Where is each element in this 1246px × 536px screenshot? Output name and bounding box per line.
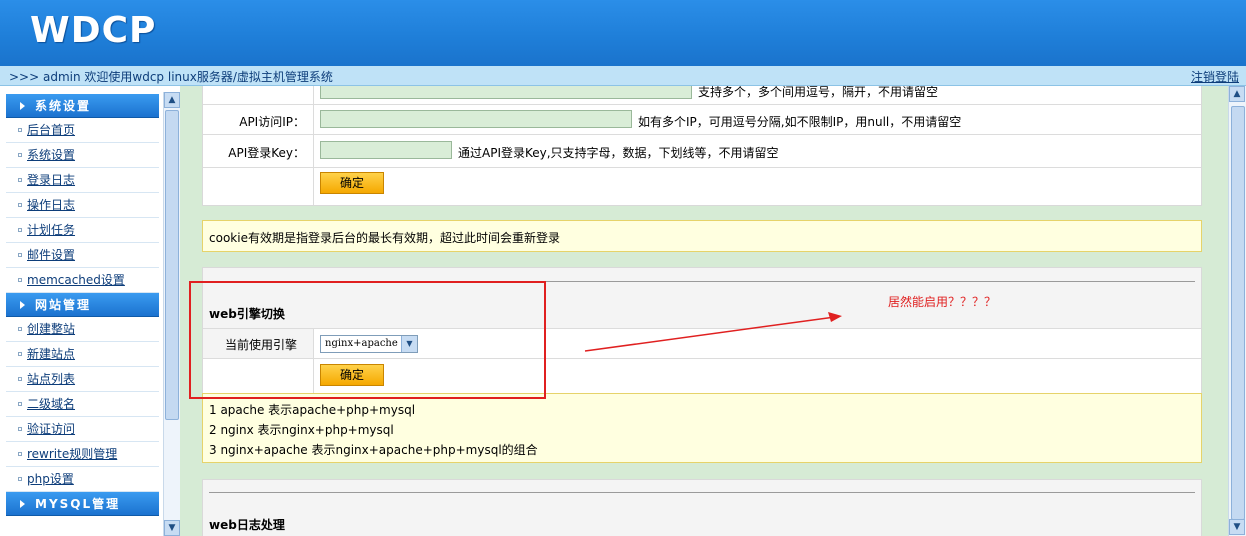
engine-notes: 1 apache 表示apache+php+mysql 2 nginx 表示ng… bbox=[202, 393, 1202, 463]
confirm-cell: 确定 bbox=[313, 168, 384, 205]
confirm-row: 确定 bbox=[203, 168, 1201, 205]
sidebar-item-login-log[interactable]: 登录日志 bbox=[6, 168, 159, 193]
engine-note-2: 2 nginx 表示nginx+php+mysql bbox=[209, 423, 394, 437]
confirm-button[interactable]: 确定 bbox=[320, 172, 384, 194]
bullet-icon bbox=[18, 477, 22, 481]
bullet-icon bbox=[18, 377, 22, 381]
sidebar-section-mysql[interactable]: MYSQL管理 bbox=[6, 492, 159, 516]
scroll-down-icon[interactable]: ▼ bbox=[164, 520, 180, 536]
sidebar-item-new-site[interactable]: 新建站点 bbox=[6, 342, 159, 367]
sidebar-item-create-site[interactable]: 创建整站 bbox=[6, 317, 159, 342]
wdcp-logo: WDCP bbox=[30, 10, 157, 51]
welcome-text: >>> admin 欢迎使用wdcp linux服务器/虚拟主机管理系统 bbox=[9, 70, 333, 84]
sidebar-item-mail[interactable]: 邮件设置 bbox=[6, 243, 159, 268]
bullet-icon bbox=[18, 278, 22, 282]
triangle-right-icon bbox=[20, 500, 25, 508]
triangle-right-icon bbox=[20, 301, 25, 309]
api-ip-input[interactable] bbox=[320, 110, 632, 128]
cookie-note: cookie有效期是指登录后台的最长有效期，超过此时间会重新登录 bbox=[202, 220, 1202, 252]
sidebar-item-cron[interactable]: 计划任务 bbox=[6, 218, 159, 243]
bullet-icon bbox=[18, 203, 22, 207]
sidebar-item-home[interactable]: 后台首页 bbox=[6, 118, 159, 143]
partial-hint: 支持多个，多个间用逗号，隔开，不用请留空 bbox=[698, 86, 939, 99]
scroll-up-icon[interactable]: ▲ bbox=[164, 92, 180, 108]
partial-input[interactable] bbox=[320, 86, 692, 99]
api-ip-row: API访问IP： 如有多个IP，可用逗号分隔,如不限制IP，用null，不用请留… bbox=[203, 105, 1201, 135]
partial-row: 支持多个，多个间用逗号，隔开，不用请留空 bbox=[203, 86, 1201, 105]
bullet-icon bbox=[18, 153, 22, 157]
cookie-note-text: cookie有效期是指登录后台的最长有效期，超过此时间会重新登录 bbox=[209, 231, 560, 245]
welcome-bar: >>> admin 欢迎使用wdcp linux服务器/虚拟主机管理系统 注销登… bbox=[0, 66, 1246, 86]
sidebar-section-site[interactable]: 网站管理 bbox=[6, 293, 159, 317]
web-log-title: web日志处理 bbox=[209, 518, 285, 532]
sidebar-item-php[interactable]: php设置 bbox=[6, 467, 159, 492]
sidebar-nav: 系统设置 后台首页 系统设置 登录日志 操作日志 计划任务 邮件设置 memca… bbox=[6, 94, 159, 516]
api-key-row: API登录Key： 通过API登录Key,只支持字母，数据，下划线等，不用请留空 bbox=[203, 135, 1201, 168]
api-ip-cell: 如有多个IP，可用逗号分隔,如不限制IP，用null，不用请留空 bbox=[313, 105, 961, 134]
sidebar: 系统设置 后台首页 系统设置 登录日志 操作日志 计划任务 邮件设置 memca… bbox=[0, 86, 180, 536]
bullet-icon bbox=[18, 253, 22, 257]
highlight-box bbox=[189, 281, 546, 399]
engine-note-1: 1 apache 表示apache+php+mysql bbox=[209, 403, 416, 417]
sidebar-item-subdomain[interactable]: 二级域名 bbox=[6, 392, 159, 417]
web-log-panel: web日志处理 bbox=[202, 479, 1202, 536]
divider bbox=[209, 492, 1195, 493]
main-scrollbar[interactable]: ▲ ▼ bbox=[1228, 86, 1246, 536]
api-settings-panel: 支持多个，多个间用逗号，隔开，不用请留空 API访问IP： 如有多个IP，可用逗… bbox=[202, 86, 1202, 206]
bullet-icon bbox=[18, 228, 22, 232]
sidebar-section-system[interactable]: 系统设置 bbox=[6, 94, 159, 118]
api-key-label: API登录Key： bbox=[228, 146, 305, 160]
sidebar-item-site-list[interactable]: 站点列表 bbox=[6, 367, 159, 392]
sidebar-scroll-thumb[interactable] bbox=[165, 110, 179, 420]
sidebar-item-auth-access[interactable]: 验证访问 bbox=[6, 417, 159, 442]
app-header: WDCP bbox=[0, 0, 1246, 66]
triangle-right-icon bbox=[20, 102, 25, 110]
api-key-cell: 通过API登录Key,只支持字母，数据，下划线等，不用请留空 bbox=[313, 135, 779, 167]
partial-row-cell: 支持多个，多个间用逗号，隔开，不用请留空 bbox=[313, 86, 938, 104]
sidebar-scrollbar[interactable]: ▲ ▼ bbox=[163, 92, 180, 536]
scroll-up-icon[interactable]: ▲ bbox=[1229, 86, 1245, 102]
api-ip-hint: 如有多个IP，可用逗号分隔,如不限制IP，用null，不用请留空 bbox=[638, 115, 962, 129]
bullet-icon bbox=[18, 178, 22, 182]
engine-note-3: 3 nginx+apache 表示nginx+apache+php+mysql的… bbox=[209, 443, 538, 457]
main-scroll-thumb[interactable] bbox=[1231, 106, 1245, 520]
bullet-icon bbox=[18, 427, 22, 431]
annotation-text: 居然能启用？？？？ bbox=[888, 295, 997, 309]
sidebar-item-rewrite[interactable]: rewrite规则管理 bbox=[6, 442, 159, 467]
bullet-icon bbox=[18, 128, 22, 132]
scroll-down-icon[interactable]: ▼ bbox=[1229, 519, 1245, 535]
api-ip-label: API访问IP： bbox=[239, 115, 305, 129]
annotation-arrow-icon bbox=[584, 312, 842, 352]
bullet-icon bbox=[18, 327, 22, 331]
api-key-hint: 通过API登录Key,只支持字母，数据，下划线等，不用请留空 bbox=[458, 146, 779, 160]
logout-link[interactable]: 注销登陆 bbox=[1191, 68, 1239, 85]
api-key-input[interactable] bbox=[320, 141, 452, 159]
sidebar-item-memcached[interactable]: memcached设置 bbox=[6, 268, 159, 293]
bullet-icon bbox=[18, 452, 22, 456]
bullet-icon bbox=[18, 402, 22, 406]
bullet-icon bbox=[18, 352, 22, 356]
sidebar-item-operation-log[interactable]: 操作日志 bbox=[6, 193, 159, 218]
sidebar-item-system-settings[interactable]: 系统设置 bbox=[6, 143, 159, 168]
